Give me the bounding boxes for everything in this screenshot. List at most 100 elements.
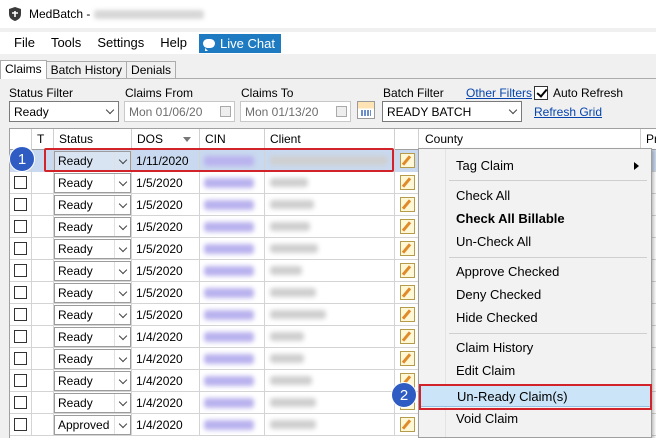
edit-note-icon[interactable] (400, 351, 415, 366)
chevron-down-icon (114, 350, 130, 368)
row-checkbox[interactable] (14, 242, 27, 255)
edit-note-icon[interactable] (400, 285, 415, 300)
auto-refresh-label: Auto Refresh (553, 86, 624, 100)
row-status-select[interactable]: Ready (54, 393, 131, 413)
row-check-cell (10, 370, 32, 392)
edit-note-icon[interactable] (400, 241, 415, 256)
menu-check-all[interactable]: Check All (419, 184, 651, 207)
menu-claim-history[interactable]: Claim History (419, 336, 651, 359)
row-cin-redacted (204, 420, 254, 430)
row-status-select[interactable]: Approved (54, 415, 131, 435)
row-checkbox[interactable] (14, 220, 27, 233)
row-client-redacted (270, 420, 316, 429)
claims-to-date[interactable]: Mon 01/13/20 (240, 101, 351, 122)
row-status-value: Ready (58, 308, 93, 322)
menu-separator (449, 333, 647, 334)
row-client-redacted (270, 200, 314, 209)
row-cin-redacted (204, 288, 254, 298)
edit-note-icon[interactable] (400, 329, 415, 344)
row-checkbox[interactable] (14, 176, 27, 189)
edit-note-icon[interactable] (400, 263, 415, 278)
row-t-cell (32, 238, 54, 260)
status-filter-select[interactable]: Ready (9, 101, 119, 122)
menu-edit-claim[interactable]: Edit Claim (419, 359, 651, 382)
grid-header: T Status DOS CIN Client County Pric (10, 129, 656, 150)
auto-refresh-checkbox[interactable] (534, 86, 548, 100)
row-client-redacted (270, 310, 326, 319)
row-check-cell (10, 194, 32, 216)
menu-deny-checked[interactable]: Deny Checked (419, 283, 651, 306)
refresh-grid-link[interactable]: Refresh Grid (534, 105, 602, 119)
col-county[interactable]: County (419, 129, 641, 150)
menu-uncheck-all[interactable]: Un-Check All (419, 230, 651, 253)
row-status-select[interactable]: Ready (54, 349, 131, 369)
row-checkbox[interactable] (14, 352, 27, 365)
row-status-select[interactable]: Ready (54, 327, 131, 347)
row-status-select[interactable]: Ready (54, 305, 131, 325)
tab-divider (0, 78, 656, 79)
row-check-cell (10, 414, 32, 436)
row-t-cell (32, 172, 54, 194)
row-checkbox[interactable] (14, 308, 27, 321)
claims-to-value: Mon 01/13/20 (245, 104, 319, 119)
live-chat-button[interactable]: Live Chat (199, 33, 281, 53)
tab-claims[interactable]: Claims (0, 60, 47, 79)
row-status-select[interactable]: Ready (54, 195, 131, 215)
menu-approve-checked[interactable]: Approve Checked (419, 260, 651, 283)
row-checkbox[interactable] (14, 286, 27, 299)
col-t[interactable]: T (32, 129, 54, 150)
row-dos: 1/5/2020 (132, 172, 200, 194)
col-status[interactable]: Status (54, 129, 132, 150)
row-checkbox[interactable] (14, 374, 27, 387)
edit-note-icon[interactable] (400, 417, 415, 432)
batch-filter-select[interactable]: READY BATCH (382, 101, 522, 122)
tab-batch-history[interactable]: Batch History (45, 61, 128, 79)
menu-check-all-billable[interactable]: Check All Billable (419, 207, 651, 230)
edit-note-icon[interactable] (400, 153, 415, 168)
menu-file[interactable]: File (6, 32, 43, 54)
menu-tag-claim[interactable]: Tag Claim (419, 154, 651, 177)
menu-tools[interactable]: Tools (43, 32, 89, 54)
row-cin-redacted (204, 354, 254, 364)
menu-settings[interactable]: Settings (89, 32, 152, 54)
row-status-select[interactable]: Ready (54, 239, 131, 259)
row-client-redacted (270, 398, 316, 407)
row-dos: 1/4/2020 (132, 414, 200, 436)
row-checkbox[interactable] (14, 330, 27, 343)
row-status-select[interactable]: Ready (54, 261, 131, 281)
row-status-select[interactable]: Ready (54, 217, 131, 237)
row-t-cell (32, 260, 54, 282)
col-price[interactable]: Pric (641, 129, 656, 150)
step-badge-1: 1 (9, 146, 35, 172)
row-cin-redacted (204, 178, 254, 188)
row-checkbox[interactable] (14, 198, 27, 211)
col-client[interactable]: Client (265, 129, 395, 150)
row-client-redacted (270, 288, 316, 297)
row-client-redacted (270, 244, 318, 253)
row-t-cell (32, 282, 54, 304)
row-checkbox[interactable] (14, 264, 27, 277)
edit-note-icon[interactable] (400, 197, 415, 212)
row-checkbox[interactable] (14, 418, 27, 431)
col-cin[interactable]: CIN (200, 129, 265, 150)
claims-from-value: Mon 01/06/20 (129, 104, 203, 119)
claims-from-date[interactable]: Mon 01/06/20 (124, 101, 235, 122)
col-edit[interactable] (395, 129, 419, 150)
chevron-down-icon (114, 174, 130, 192)
menu-void-claim[interactable]: Void Claim (419, 407, 651, 430)
edit-note-icon[interactable] (400, 307, 415, 322)
edit-note-icon[interactable] (400, 175, 415, 190)
row-status-select[interactable]: Ready (54, 371, 131, 391)
calendar-icon[interactable] (357, 101, 375, 119)
row-status-select[interactable]: Ready (54, 283, 131, 303)
chevron-down-icon (114, 240, 130, 258)
col-dos[interactable]: DOS (132, 129, 200, 150)
row-status-select[interactable]: Ready (54, 173, 131, 193)
row-checkbox[interactable] (14, 396, 27, 409)
other-filters-link[interactable]: Other Filters (466, 86, 532, 100)
row-status-value: Ready (58, 374, 93, 388)
tab-denials[interactable]: Denials (126, 61, 177, 79)
menu-help[interactable]: Help (152, 32, 195, 54)
edit-note-icon[interactable] (400, 219, 415, 234)
menu-hide-checked[interactable]: Hide Checked (419, 306, 651, 329)
